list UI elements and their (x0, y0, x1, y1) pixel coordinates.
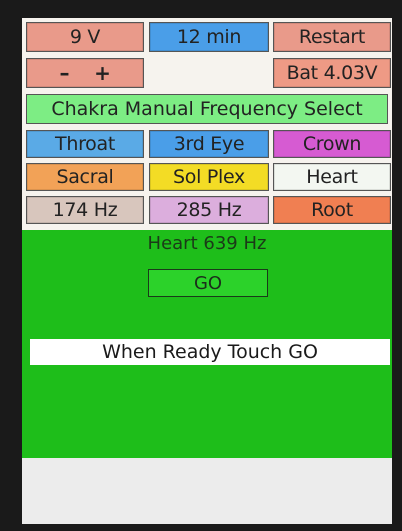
chakra-third-eye-button[interactable]: 3rd Eye (149, 130, 269, 158)
device-screen: 9 V 12 min Restart – + Bat 4.03V Chakra … (22, 18, 392, 524)
selected-frequency-label: Heart 639 Hz (147, 233, 267, 254)
chakra-sacral-button[interactable]: Sacral (26, 163, 144, 191)
duration-button[interactable]: 12 min (149, 22, 269, 52)
chakra-root-button[interactable]: Root (273, 196, 391, 224)
adjust-minus-plus-control: – + (26, 58, 144, 88)
minus-button[interactable]: – (59, 61, 69, 85)
chakra-crown-button[interactable]: Crown (273, 130, 391, 158)
chakra-throat-button[interactable]: Throat (26, 130, 144, 158)
frequency-285hz-button[interactable]: 285 Hz (149, 196, 269, 224)
chakra-solar-plexus-button[interactable]: Sol Plex (149, 163, 269, 191)
frequency-174hz-button[interactable]: 174 Hz (26, 196, 144, 224)
battery-indicator: Bat 4.03V (273, 58, 391, 88)
mode-title: Chakra Manual Frequency Select (26, 94, 388, 124)
restart-button[interactable]: Restart (273, 22, 391, 52)
go-button[interactable]: GO (148, 269, 268, 297)
bottom-blank-area (22, 458, 392, 524)
plus-button[interactable]: + (94, 61, 111, 85)
voltage-button[interactable]: 9 V (26, 22, 144, 52)
ready-prompt: When Ready Touch GO (30, 339, 390, 365)
chakra-heart-button[interactable]: Heart (273, 163, 391, 191)
